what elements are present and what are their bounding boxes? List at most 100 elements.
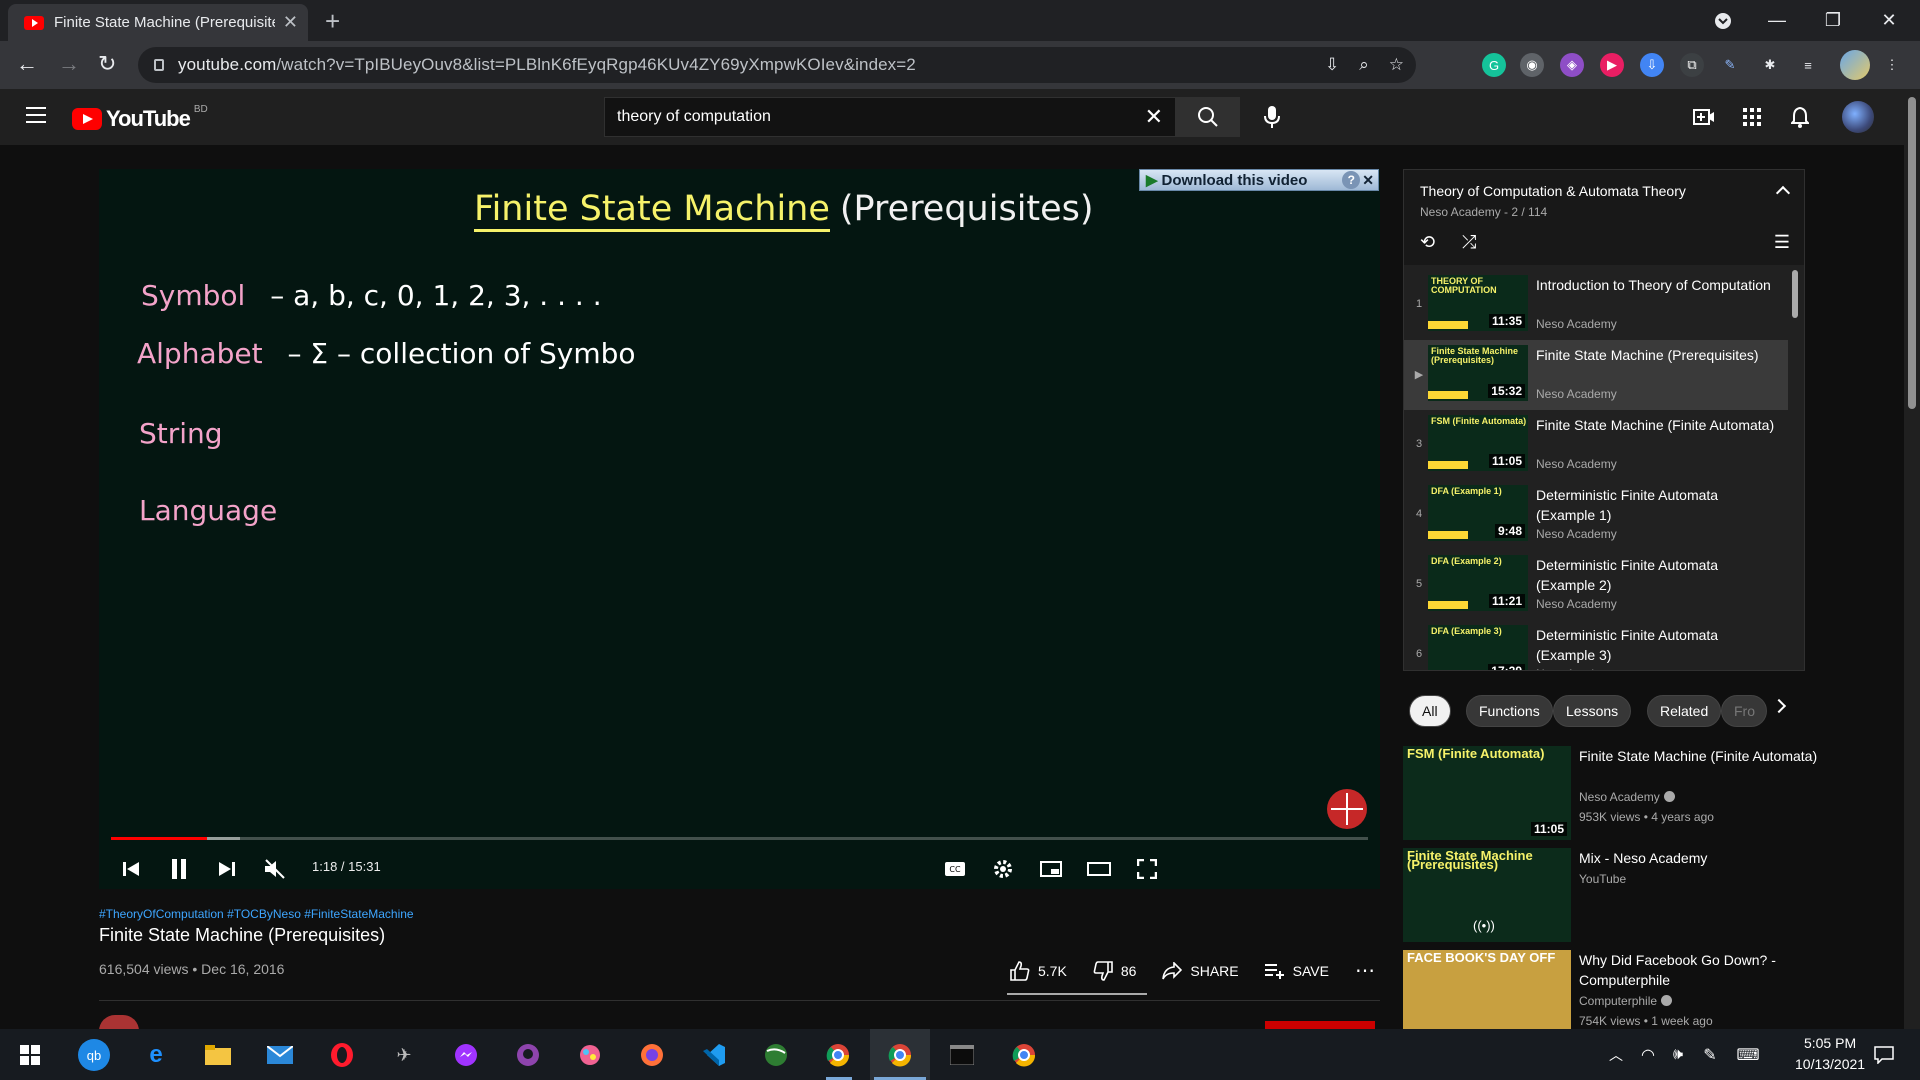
subscribe-button[interactable] — [1265, 1021, 1375, 1029]
maximize-icon[interactable]: ❐ — [1810, 0, 1856, 41]
playlist-item-title[interactable]: Finite State Machine (Prerequisites) — [1536, 345, 1776, 365]
puzzle-extensions-icon[interactable]: ✱ — [1758, 53, 1782, 77]
loop-icon[interactable]: ⟲ — [1420, 232, 1435, 253]
address-bar[interactable]: youtube.com/watch?v=TpIBUeyOuv8&list=PLB… — [138, 47, 1416, 83]
miniplayer-icon[interactable] — [1033, 851, 1069, 887]
install-icon[interactable]: ⇩ — [1325, 55, 1339, 75]
back-icon[interactable]: ← — [16, 51, 38, 77]
related-thumbnail[interactable]: Finite State Machine (Prerequisites) ((•)… — [1403, 848, 1571, 942]
shuffle-icon[interactable]: ⤮ — [1462, 232, 1476, 253]
filter-chip[interactable]: Functions — [1466, 695, 1553, 727]
playlist-menu-icon[interactable]: ☰ — [1774, 232, 1790, 253]
collapse-playlist-icon[interactable] — [1775, 185, 1791, 201]
theater-mode-icon[interactable] — [1081, 851, 1117, 887]
filter-chip[interactable]: Related — [1647, 695, 1722, 727]
more-actions-icon[interactable]: ⋯ — [1355, 958, 1375, 983]
satellite-app-icon[interactable]: ✈ — [388, 1039, 420, 1071]
terminal-icon[interactable] — [946, 1039, 978, 1071]
playlist-item[interactable]: 6 DFA (Example 3) 17:29 Deterministic Finit… — [1404, 620, 1788, 670]
playlist-item-thumbnail[interactable]: DFA (Example 2) 11:21 — [1428, 555, 1528, 611]
extension-icon[interactable]: ◈ — [1560, 53, 1584, 77]
media-control-icon[interactable]: ≡ — [1796, 53, 1820, 77]
chrome-profile-avatar[interactable] — [1840, 50, 1870, 80]
apps-grid-icon[interactable] — [1740, 105, 1764, 129]
share-button[interactable]: SHARE — [1162, 961, 1239, 980]
playlist-item-title[interactable]: Deterministic Finite Automata (Example 1… — [1536, 485, 1776, 525]
filter-chip[interactable]: Lessons — [1553, 695, 1632, 727]
playlist-item-title[interactable]: Introduction to Theory of Computation — [1536, 275, 1776, 295]
pen-extension-icon[interactable]: ✎ — [1718, 53, 1742, 77]
related-video[interactable]: Finite State Machine (Prerequisites) ((•)… — [1403, 848, 1823, 944]
page-scrollbar[interactable] — [1904, 89, 1920, 1029]
edge-icon[interactable]: e — [140, 1039, 172, 1071]
forward-icon[interactable]: → — [58, 51, 80, 77]
download-close-icon[interactable]: ✕ — [1362, 172, 1374, 189]
chips-next-icon[interactable] — [1771, 698, 1787, 714]
settings-gear-icon[interactable] — [985, 851, 1021, 887]
fullscreen-icon[interactable] — [1129, 851, 1165, 887]
next-icon[interactable] — [209, 851, 245, 887]
extension-icon-2[interactable]: ⧉ — [1680, 53, 1704, 77]
create-video-icon[interactable] — [1692, 105, 1716, 129]
pause-icon[interactable] — [161, 851, 197, 887]
opera-icon[interactable] — [326, 1039, 358, 1071]
filter-chip[interactable]: All — [1409, 695, 1451, 727]
playlist-item[interactable]: 4 DFA (Example 1) 9:48 Deterministic Finite… — [1404, 480, 1788, 550]
bookmark-star-icon[interactable]: ☆ — [1389, 55, 1404, 75]
firefox-icon[interactable] — [636, 1039, 668, 1071]
camera-extension-icon[interactable]: ◉ — [1520, 53, 1544, 77]
related-thumbnail[interactable]: FSM (Finite Automata) 11:05 — [1403, 746, 1571, 840]
keyboard-icon[interactable]: ⌨ — [1732, 1039, 1764, 1071]
playlist-item-title[interactable]: Deterministic Finite Automata (Example 3… — [1536, 625, 1776, 665]
like-button[interactable]: 5.7K — [1010, 960, 1067, 981]
chrome-icon-1[interactable] — [822, 1039, 854, 1071]
playlist-item[interactable]: 1 THEORY OF COMPUTATION 11:35 Introduction … — [1404, 270, 1788, 340]
related-video[interactable]: FSM (Finite Automata) 11:05 Finite State M… — [1403, 746, 1823, 842]
network-icon[interactable]: ◠ — [1632, 1039, 1664, 1071]
messenger-icon[interactable] — [450, 1039, 482, 1071]
download-extension-icon[interactable]: ⇩ — [1640, 53, 1664, 77]
chrome-icon-active[interactable] — [884, 1039, 916, 1071]
qbittorrent-icon[interactable]: qb — [78, 1039, 110, 1071]
pen-workspace-icon[interactable]: ✎ — [1694, 1039, 1726, 1071]
playlist-item-thumbnail[interactable]: DFA (Example 1) 9:48 — [1428, 485, 1528, 541]
file-explorer-icon[interactable] — [202, 1039, 234, 1071]
chrome-menu-icon[interactable]: ⋮ — [1880, 53, 1904, 77]
notifications-bell-icon[interactable] — [1788, 105, 1812, 129]
playlist-item-thumbnail[interactable]: DFA (Example 3) 17:29 — [1428, 625, 1528, 670]
related-title[interactable]: Mix - Neso Academy — [1579, 848, 1819, 868]
related-title[interactable]: Why Did Facebook Go Down? - Computerphil… — [1579, 950, 1819, 990]
video-player[interactable]: Finite State Machine (Prerequisites) Symb… — [99, 169, 1380, 889]
grammarly-extension-icon[interactable]: G — [1482, 53, 1506, 77]
mail-icon[interactable] — [264, 1039, 296, 1071]
seek-bar[interactable] — [111, 837, 1368, 840]
windows-start-icon[interactable] — [14, 1039, 46, 1071]
minimize-icon[interactable]: — — [1754, 0, 1800, 41]
filter-chip[interactable]: Fro — [1721, 695, 1767, 727]
github-icon[interactable] — [512, 1039, 544, 1071]
show-hidden-icons-icon[interactable]: ︿ — [1600, 1039, 1632, 1071]
play-extension-icon[interactable]: ▶ — [1600, 53, 1624, 77]
playlist-item-thumbnail[interactable]: Finite State Machine (Prerequisites) 15:3… — [1428, 345, 1528, 401]
clear-search-icon[interactable]: ✕ — [1145, 104, 1163, 130]
playlist-item-thumbnail[interactable]: THEORY OF COMPUTATION 11:35 — [1428, 275, 1528, 331]
page-scrollbar-thumb[interactable] — [1908, 97, 1916, 409]
search-button[interactable] — [1176, 97, 1240, 137]
window-close-icon[interactable]: ✕ — [1866, 0, 1912, 41]
tab-search-icon[interactable] — [1700, 0, 1746, 41]
playlist-item[interactable]: 3 FSM (Finite Automata) 11:05 Finite State … — [1404, 410, 1788, 480]
mute-icon[interactable] — [257, 851, 293, 887]
download-video-banner[interactable]: ▶ Download this video ? ✕ — [1139, 169, 1379, 191]
playlist-item[interactable]: 5 DFA (Example 2) 11:21 Deterministic Finit… — [1404, 550, 1788, 620]
playlist-item-title[interactable]: Finite State Machine (Finite Automata) — [1536, 415, 1776, 435]
playlist-item[interactable]: ▶ Finite State Machine (Prerequisites) 15:… — [1404, 340, 1788, 410]
paint-app-icon[interactable] — [574, 1039, 606, 1071]
system-clock[interactable]: 5:05 PM 10/13/2021 — [1795, 1033, 1865, 1075]
voice-search-button[interactable] — [1256, 101, 1288, 133]
video-hashtags[interactable]: #TheoryOfComputation #TOCByNeso #FiniteS… — [99, 907, 414, 921]
playlist-item-title[interactable]: Deterministic Finite Automata (Example 2… — [1536, 555, 1776, 595]
volume-icon[interactable]: 🕪 — [1662, 1039, 1694, 1071]
playlist-item-thumbnail[interactable]: FSM (Finite Automata) 11:05 — [1428, 415, 1528, 471]
menu-icon[interactable] — [26, 107, 46, 123]
notifications-center-icon[interactable] — [1868, 1039, 1900, 1071]
